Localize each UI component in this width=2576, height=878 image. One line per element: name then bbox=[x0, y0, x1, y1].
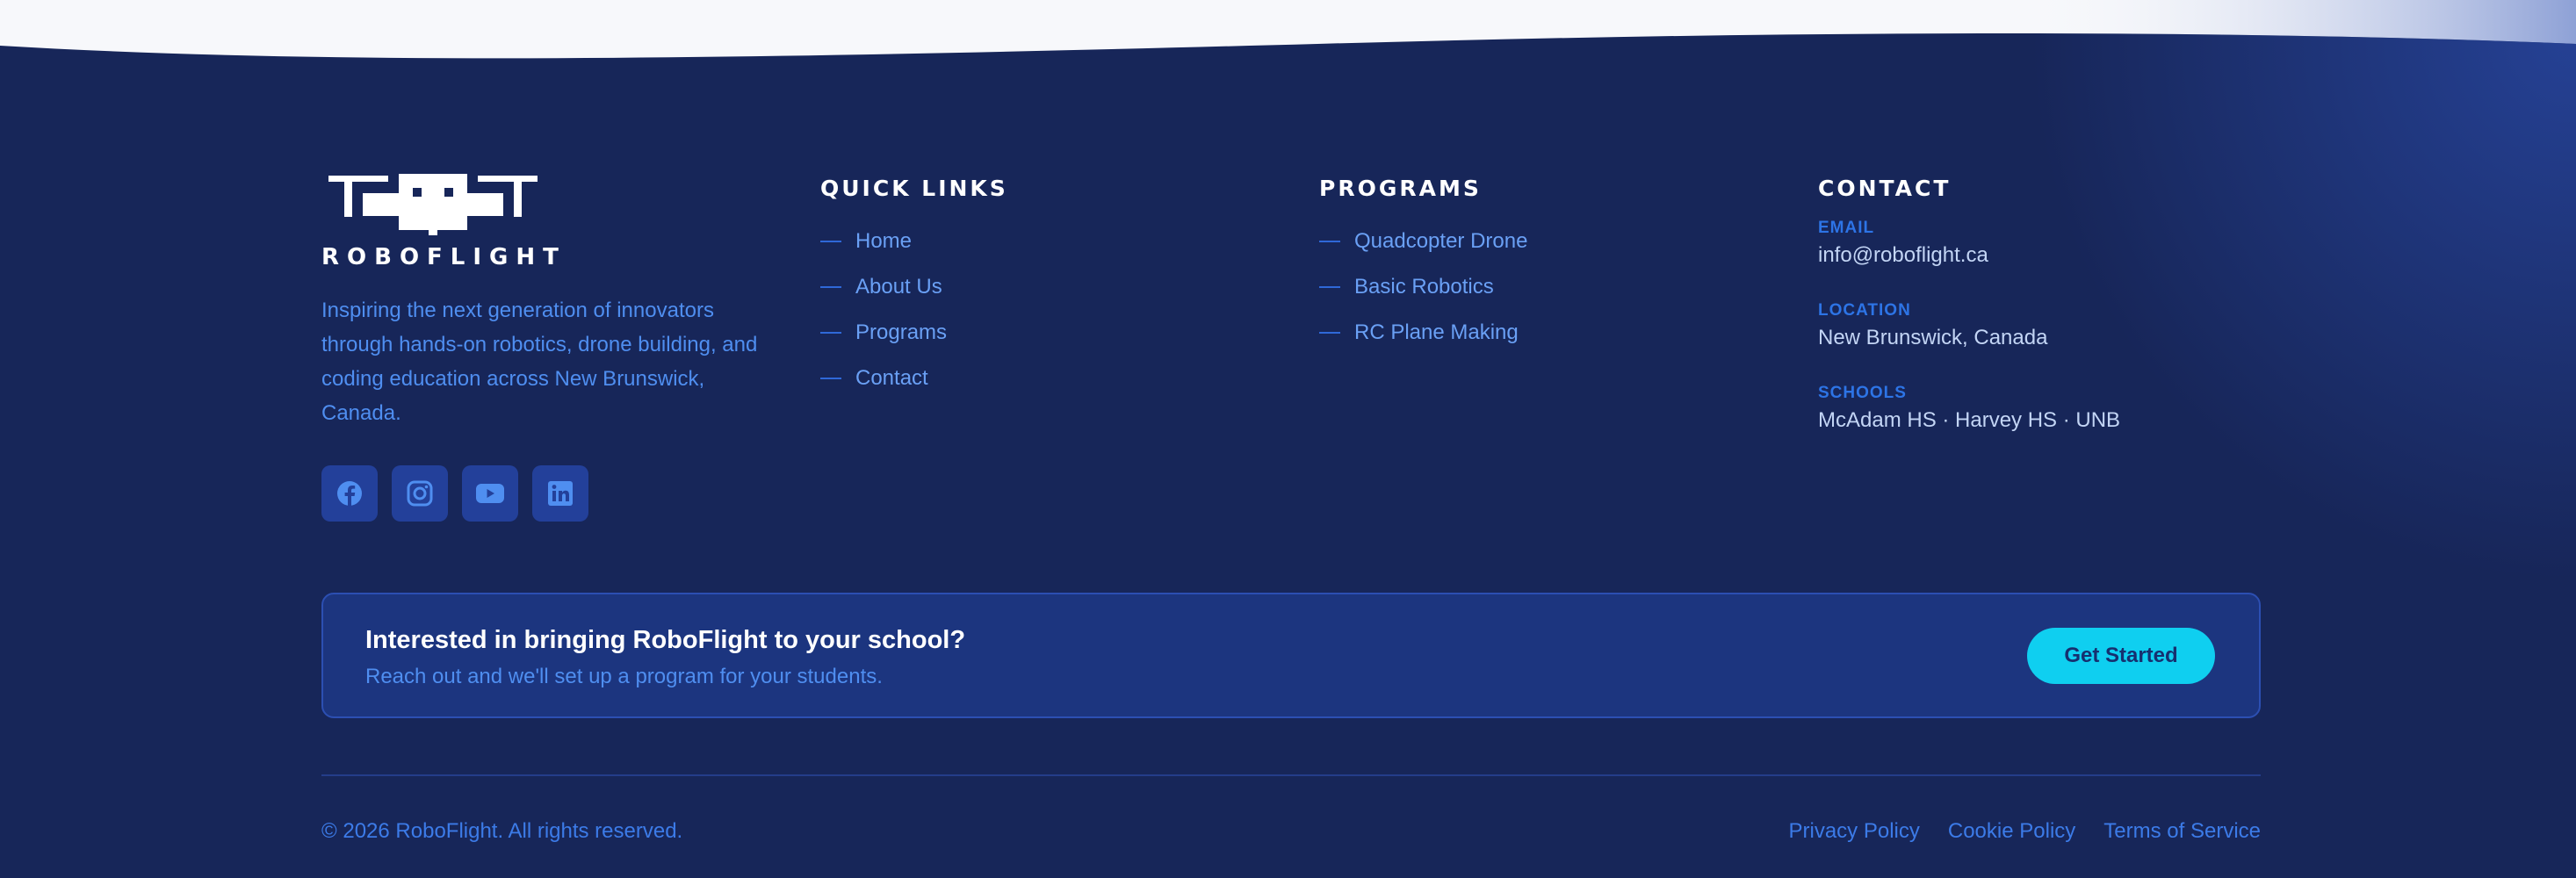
brand-description: Inspiring the next generation of innovat… bbox=[321, 299, 758, 425]
footer-link-about[interactable]: About Us bbox=[820, 264, 1008, 310]
email-label: EMAIL bbox=[1818, 219, 1875, 237]
footer-divider bbox=[321, 774, 2261, 776]
privacy-policy-link[interactable]: Privacy Policy bbox=[1789, 819, 1920, 844]
link-label: Basic Robotics bbox=[1354, 275, 1494, 299]
dash-icon bbox=[820, 241, 841, 242]
youtube-link[interactable] bbox=[462, 465, 518, 522]
programs-heading: PROGRAMS bbox=[1319, 176, 1482, 201]
get-started-button[interactable]: Get Started bbox=[2027, 628, 2215, 684]
drone-icon bbox=[328, 174, 538, 235]
dash-icon bbox=[1319, 241, 1340, 242]
dash-icon bbox=[1319, 332, 1340, 334]
link-label: About Us bbox=[855, 275, 942, 299]
cta-title: Interested in bringing RoboFlight to you… bbox=[365, 626, 966, 654]
link-label: Home bbox=[855, 229, 913, 253]
schools-label: SCHOOLS bbox=[1818, 384, 1907, 402]
schools-value: McAdam HS · Harvey HS · UNB bbox=[1818, 408, 2121, 432]
copyright-text: © 2026 RoboFlight. All rights reserved. bbox=[321, 819, 683, 843]
contact-column: CONTACT EMAIL info@roboflight.ca LOCATIO… bbox=[1818, 176, 2120, 433]
dash-icon bbox=[820, 378, 841, 379]
email-value[interactable]: info@roboflight.ca bbox=[1818, 243, 2120, 268]
link-label: Quadcopter Drone bbox=[1354, 229, 1528, 253]
link-label: Contact bbox=[855, 366, 928, 390]
footer-link-programs[interactable]: Programs bbox=[820, 310, 1008, 356]
program-link-quadcopter[interactable]: Quadcopter Drone bbox=[1319, 219, 1527, 264]
social-links bbox=[321, 465, 588, 522]
footer-link-contact[interactable]: Contact bbox=[820, 356, 1008, 401]
linkedin-icon bbox=[548, 481, 573, 506]
dash-icon bbox=[820, 286, 841, 288]
instagram-icon bbox=[407, 480, 433, 507]
footer-link-home[interactable]: Home bbox=[820, 219, 1008, 264]
program-link-rc-plane[interactable]: RC Plane Making bbox=[1319, 310, 1527, 356]
terms-of-service-link[interactable]: Terms of Service bbox=[2103, 819, 2261, 844]
link-label: Programs bbox=[855, 320, 948, 344]
site-footer: ROBOFLIGHT Inspiring the next generation… bbox=[0, 0, 2576, 878]
cookie-policy-link[interactable]: Cookie Policy bbox=[1948, 819, 2075, 844]
quick-links-column: QUICK LINKS Home About Us Programs Conta… bbox=[820, 176, 1008, 401]
brand-wordmark: ROBOFLIGHT bbox=[321, 244, 566, 270]
facebook-icon bbox=[337, 481, 362, 506]
programs-column: PROGRAMS Quadcopter Drone Basic Robotics… bbox=[1319, 176, 1527, 356]
legal-links: Privacy Policy Cookie Policy Terms of Se… bbox=[1789, 819, 2262, 844]
instagram-link[interactable] bbox=[392, 465, 448, 522]
location-value: New Brunswick, Canada bbox=[1818, 326, 2048, 349]
link-label: RC Plane Making bbox=[1354, 320, 1519, 344]
program-link-robotics[interactable]: Basic Robotics bbox=[1319, 264, 1527, 310]
youtube-icon bbox=[476, 484, 504, 503]
facebook-link[interactable] bbox=[321, 465, 378, 522]
dash-icon bbox=[820, 332, 841, 334]
linkedin-link[interactable] bbox=[532, 465, 588, 522]
dash-icon bbox=[1319, 286, 1340, 288]
cta-banner: Interested in bringing RoboFlight to you… bbox=[321, 593, 2261, 718]
brand-block: ROBOFLIGHT bbox=[321, 174, 761, 270]
cta-subtitle: Reach out and we'll set up a program for… bbox=[365, 665, 883, 688]
quick-links-heading: QUICK LINKS bbox=[820, 176, 1008, 201]
location-label: LOCATION bbox=[1818, 301, 1911, 320]
contact-heading: CONTACT bbox=[1818, 176, 1952, 201]
